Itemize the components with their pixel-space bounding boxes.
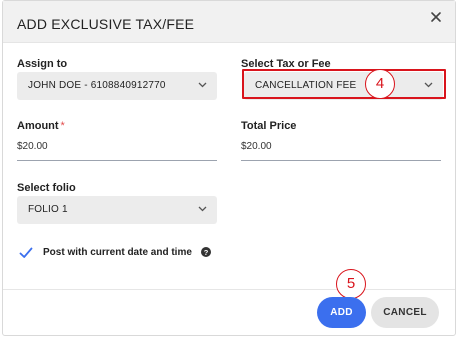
amount-input[interactable]: $20.00 [17, 137, 217, 161]
amount-value: $20.00 [17, 141, 48, 152]
add-button[interactable]: ADD [317, 297, 366, 328]
required-marker: * [60, 120, 65, 132]
assign-to-value: JOHN DOE - 6108840912770 [28, 80, 166, 91]
help-icon[interactable]: ? [201, 247, 211, 257]
total-price-input[interactable]: $20.00 [241, 137, 441, 161]
tax-or-fee-label: Select Tax or Fee [241, 58, 331, 70]
dialog-header: ADD EXCLUSIVE TAX/FEE [3, 1, 455, 43]
close-icon[interactable] [427, 8, 445, 26]
dialog-title: ADD EXCLUSIVE TAX/FEE [17, 16, 195, 32]
tax-or-fee-select[interactable]: CANCELLATION FEE [244, 72, 443, 100]
assign-to-label: Assign to [17, 58, 68, 70]
tax-or-fee-value: CANCELLATION FEE [255, 80, 357, 91]
amount-label-text: Amount [17, 120, 59, 132]
footer-divider [3, 289, 455, 290]
chevron-down-icon [198, 82, 207, 88]
step-5-badge: 5 [336, 269, 366, 299]
total-price-label: Total Price [241, 120, 297, 132]
folio-label: Select folio [17, 182, 76, 194]
assign-to-select[interactable]: JOHN DOE - 6108840912770 [17, 72, 217, 100]
total-price-value: $20.00 [241, 141, 272, 152]
amount-label: Amount * [17, 120, 65, 132]
svg-text:?: ? [204, 248, 209, 257]
folio-value: FOLIO 1 [28, 204, 68, 215]
chevron-down-icon [424, 82, 433, 88]
add-tax-fee-dialog: ADD EXCLUSIVE TAX/FEE Assign to JOHN DOE… [2, 0, 456, 336]
post-now-checkbox[interactable] [19, 246, 33, 260]
post-now-label: Post with current date and time [43, 247, 192, 258]
chevron-down-icon [198, 206, 207, 212]
step-4-badge: 4 [365, 69, 395, 99]
folio-select[interactable]: FOLIO 1 [17, 196, 217, 224]
cancel-button[interactable]: CANCEL [371, 297, 439, 328]
